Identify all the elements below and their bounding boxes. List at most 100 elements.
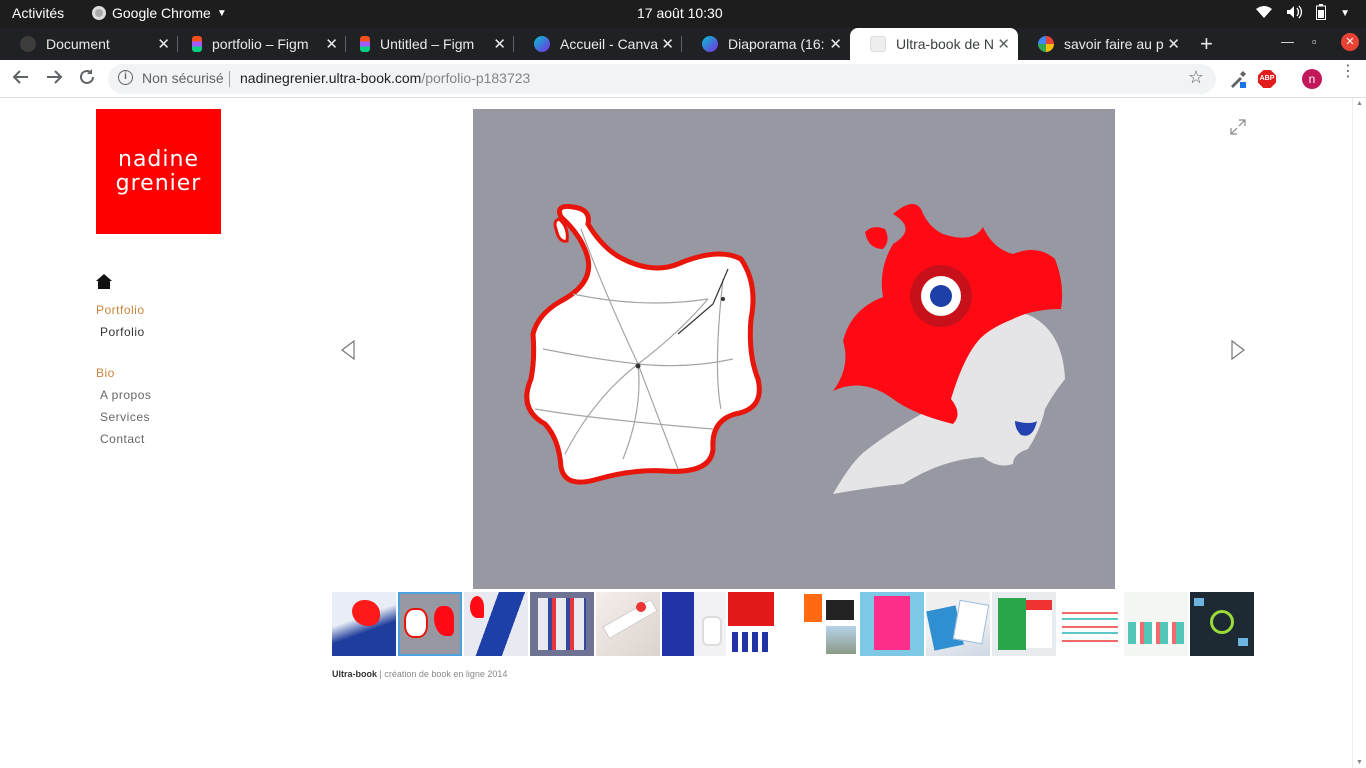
new-tab-button[interactable]: + (1200, 31, 1213, 57)
menu-item-a-propos[interactable]: A propos (100, 388, 151, 402)
thumbnail-10[interactable] (926, 592, 990, 656)
scroll-up-arrow-icon[interactable]: ▲ (1356, 100, 1363, 107)
tab-figma-portfolio[interactable]: portfolio – Figm ✕ (178, 28, 346, 60)
figma-icon (192, 36, 202, 52)
thumbnail-2[interactable] (398, 592, 462, 656)
minimize-icon[interactable]: — (1281, 34, 1294, 49)
system-menu-caret-icon: ▼ (1340, 8, 1350, 19)
app-menu[interactable]: Google Chrome ▼ (92, 5, 227, 21)
page-footer: Ultra-book | création de book en ligne 2… (332, 669, 507, 679)
tab-ultra-book[interactable]: Ultra-book de N ✕ (850, 28, 1018, 60)
figma-icon (360, 36, 370, 52)
footer-brand-link[interactable]: Ultra-book (332, 669, 377, 679)
thumb-graphic (404, 608, 428, 638)
thumb-graphic (1238, 638, 1248, 646)
home-icon[interactable] (96, 274, 112, 294)
thumb-graphic (602, 598, 658, 640)
tab-figma-untitled[interactable]: Untitled – Figm ✕ (346, 28, 514, 60)
fullscreen-icon[interactable] (1229, 118, 1247, 141)
google-icon (1038, 36, 1054, 52)
menu-heading-bio[interactable]: Bio (96, 366, 115, 380)
menu-item-contact[interactable]: Contact (100, 432, 145, 446)
canva-icon (702, 36, 718, 52)
thumbnail-6[interactable] (662, 592, 726, 656)
forward-arrow-icon[interactable] (45, 68, 63, 91)
thumbnail-12[interactable] (1058, 592, 1122, 656)
tab-canva-accueil[interactable]: Accueil - Canva ✕ (514, 28, 682, 60)
hair-curl-shape (865, 227, 888, 249)
browser-toolbar: i Non sécurisé nadinegrenier.ultra-book.… (0, 60, 1366, 98)
caret-down-icon: ▼ (216, 7, 227, 19)
thumb-graphic (352, 600, 380, 626)
eyedropper-extension-icon[interactable] (1228, 69, 1248, 94)
thumb-graphic (998, 598, 1026, 650)
close-tab-icon[interactable]: ✕ (1167, 35, 1180, 53)
maximize-icon[interactable]: ▫ (1312, 34, 1317, 49)
system-tray[interactable]: ▼ (1256, 4, 1350, 23)
thumbnail-8[interactable] (794, 592, 858, 656)
profile-avatar[interactable]: n (1302, 69, 1322, 89)
tab-document[interactable]: Document ✕ (0, 28, 178, 60)
site-logo[interactable]: nadine grenier (96, 109, 221, 234)
tab-google-search[interactable]: savoir faire au p ✕ (1018, 28, 1188, 60)
logo-line-2: grenier (115, 171, 202, 196)
previous-arrow-icon[interactable] (340, 339, 356, 365)
thumb-graphic (1026, 600, 1052, 648)
thumb-graphic (1128, 622, 1184, 644)
close-window-icon[interactable]: ✕ (1341, 33, 1359, 51)
bookmark-star-icon[interactable]: ☆ (1188, 67, 1204, 88)
thumbnail-11[interactable] (992, 592, 1056, 656)
close-tab-icon[interactable]: ✕ (829, 35, 842, 53)
fougeres-dot (721, 297, 725, 301)
url-text[interactable]: nadinegrenier.ultra-book.com/porfolio-p1… (240, 70, 530, 86)
close-tab-icon[interactable]: ✕ (661, 35, 674, 53)
scroll-down-arrow-icon[interactable]: ▼ (1356, 759, 1363, 766)
app-name: Google Chrome (112, 5, 211, 21)
info-icon[interactable]: i (118, 70, 133, 85)
adblock-plus-icon[interactable]: ABP (1258, 70, 1276, 88)
thumb-graphic (1062, 606, 1118, 646)
menu-item-porfolio[interactable]: Porfolio (100, 325, 145, 339)
page-scrollbar[interactable]: ▲ ▼ (1352, 98, 1366, 768)
address-bar[interactable]: i Non sécurisé nadinegrenier.ultra-book.… (108, 64, 1216, 94)
logo-line-1: nadine (118, 147, 199, 172)
close-tab-icon[interactable]: ✕ (325, 35, 338, 53)
tab-canva-diaporama[interactable]: Diaporama (16: ✕ (682, 28, 850, 60)
volume-icon (1286, 5, 1303, 22)
brittany-map-shape (524, 204, 762, 485)
tab-title: Ultra-book de N (896, 36, 995, 52)
chrome-icon (92, 6, 106, 20)
thumbnail-4[interactable] (530, 592, 594, 656)
omnibox-divider (229, 71, 230, 87)
thumbnail-14[interactable] (1190, 592, 1254, 656)
next-arrow-icon[interactable] (1230, 339, 1246, 365)
menu-heading-portfolio[interactable]: Portfolio (96, 303, 145, 317)
canva-icon (534, 36, 550, 52)
thumbnail-1[interactable] (332, 592, 396, 656)
close-tab-icon[interactable]: ✕ (997, 35, 1010, 53)
activities-button[interactable]: Activités (12, 5, 64, 21)
artwork-image (524, 204, 1065, 494)
thumbnail-13[interactable] (1124, 592, 1188, 656)
thumbnail-5[interactable] (596, 592, 660, 656)
thumbnail-3[interactable] (464, 592, 528, 656)
tab-strip: Document ✕ portfolio – Figm ✕ Untitled –… (0, 28, 1366, 60)
thumbnail-9[interactable] (860, 592, 924, 656)
security-label[interactable]: Non sécurisé (142, 70, 224, 86)
clock[interactable]: 17 août 10:30 (637, 5, 723, 21)
reload-icon[interactable] (78, 68, 96, 91)
thumb-graphic (804, 594, 822, 622)
main-artwork-viewer[interactable] (473, 109, 1115, 589)
battery-icon (1316, 4, 1327, 23)
thumbnail-7[interactable] (728, 592, 792, 656)
back-arrow-icon[interactable] (12, 68, 30, 91)
thumb-graphic (702, 616, 722, 646)
tab-title: Untitled – Figm (380, 36, 475, 52)
more-menu-icon[interactable]: ⋮ (1340, 64, 1356, 80)
thumb-graphic (434, 606, 454, 636)
menu-item-services[interactable]: Services (100, 410, 150, 424)
thumb-graphic (1210, 610, 1234, 634)
close-tab-icon[interactable]: ✕ (157, 35, 170, 53)
thumb-graphic (636, 602, 646, 612)
close-tab-icon[interactable]: ✕ (493, 35, 506, 53)
